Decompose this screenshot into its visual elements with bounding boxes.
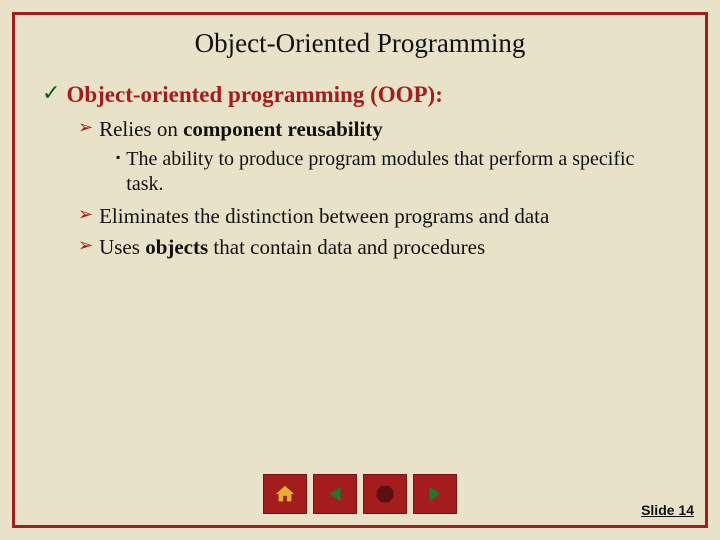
prev-icon (324, 483, 346, 505)
check-icon: ✓ (42, 81, 60, 105)
nav-home-button[interactable] (263, 474, 307, 514)
arrow-icon: ➢ (78, 234, 93, 257)
slide-number: Slide 14 (641, 502, 694, 518)
bullet-level2: ➢ Uses objects that contain data and pro… (78, 234, 686, 261)
arrow-icon: ➢ (78, 116, 93, 139)
next-icon (424, 483, 446, 505)
bullet-l1-text: Object-oriented programming (OOP): (66, 81, 442, 110)
bullet-level3: ▪ The ability to produce program modules… (116, 147, 656, 197)
bullet-l2-text: Relies on component reusability (99, 116, 383, 143)
slide-title: Object-Oriented Programming (34, 28, 686, 59)
nav-stop-button[interactable] (363, 474, 407, 514)
bullet-level1: ✓ Object-oriented programming (OOP): (42, 81, 686, 110)
bullet-level2: ➢ Relies on component reusability (78, 116, 686, 143)
nav-next-button[interactable] (413, 474, 457, 514)
arrow-icon: ➢ (78, 203, 93, 226)
nav-bar (263, 474, 457, 514)
bullet-level2: ➢ Eliminates the distinction between pro… (78, 203, 686, 230)
slide-content: Object-Oriented Programming ✓ Object-ori… (20, 18, 700, 480)
home-icon (274, 483, 296, 505)
nav-prev-button[interactable] (313, 474, 357, 514)
bullet-l2-text: Uses objects that contain data and proce… (99, 234, 485, 261)
stop-icon (374, 483, 396, 505)
square-icon: ▪ (116, 147, 120, 169)
bullet-l2-text: Eliminates the distinction between progr… (99, 203, 549, 230)
bullet-l3-text: The ability to produce program modules t… (126, 147, 656, 197)
